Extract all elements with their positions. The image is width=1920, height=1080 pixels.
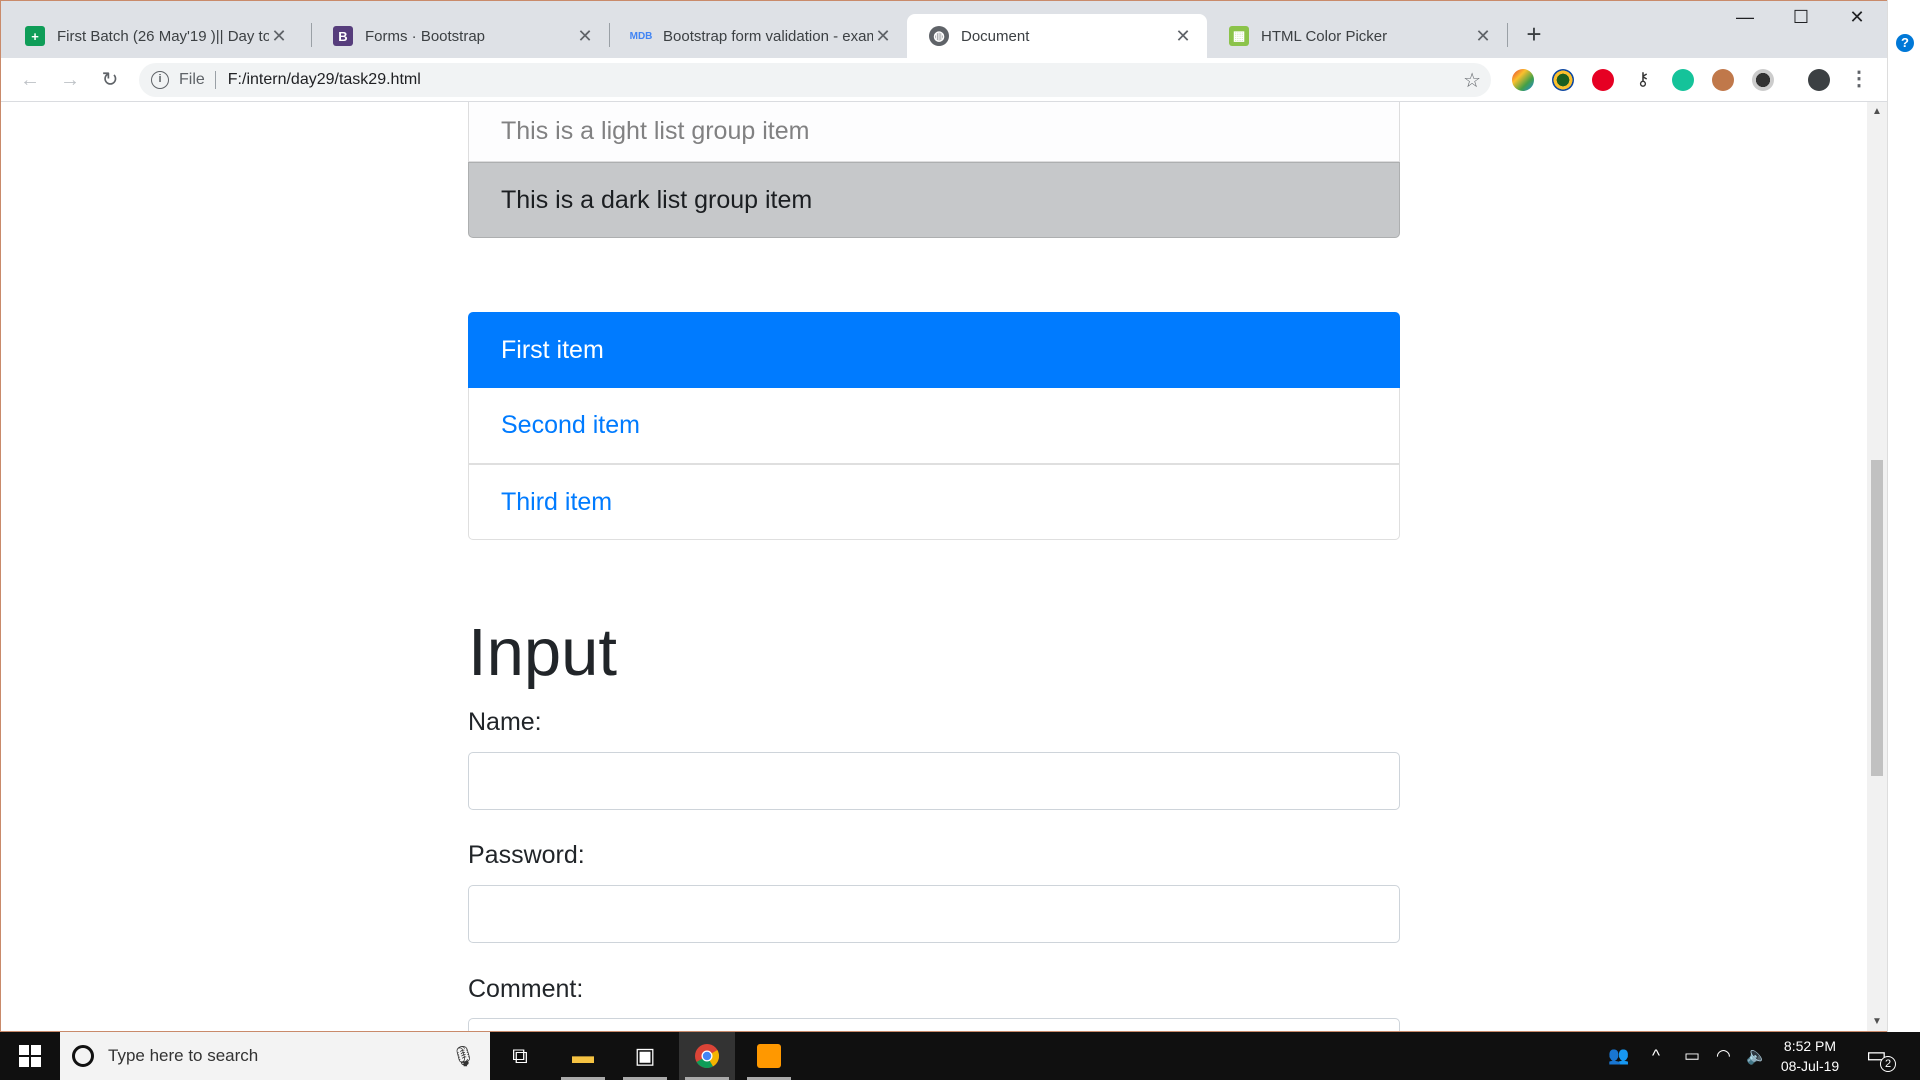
help-icon[interactable]: ? bbox=[1896, 34, 1914, 52]
scheme-label: File bbox=[179, 71, 216, 89]
scroll-down-arrow[interactable]: ▼ bbox=[1867, 1016, 1887, 1027]
new-tab-button[interactable]: + bbox=[1517, 19, 1551, 50]
tab-html-color-picker[interactable]: ▦ HTML Color Picker ✕ bbox=[1207, 14, 1507, 58]
colorpicker-icon: ▦ bbox=[1229, 26, 1249, 46]
password-input[interactable] bbox=[468, 885, 1400, 943]
windows-logo-icon bbox=[19, 1045, 41, 1067]
extension-icon[interactable] bbox=[1552, 69, 1574, 91]
browser-toolbar: ← → ↻ i File F:/intern/day29/task29.html… bbox=[1, 58, 1887, 102]
search-placeholder: Type here to search bbox=[108, 1046, 259, 1065]
url-text[interactable]: F:/intern/day29/task29.html bbox=[228, 71, 1463, 89]
globe-icon: ◍ bbox=[929, 26, 949, 46]
notification-badge: 2 bbox=[1880, 1056, 1896, 1072]
forward-button[interactable]: → bbox=[55, 65, 85, 95]
name-label: Name: bbox=[468, 708, 542, 736]
extension-icon[interactable] bbox=[1712, 69, 1734, 91]
bootstrap-icon: B bbox=[333, 26, 353, 46]
grammarly-icon[interactable] bbox=[1672, 69, 1694, 91]
extension-icon[interactable] bbox=[1752, 69, 1774, 91]
taskbar-search[interactable]: Type here to search 🎙 bbox=[60, 1032, 490, 1080]
info-icon[interactable]: i bbox=[151, 71, 169, 89]
back-button[interactable]: ← bbox=[15, 65, 45, 95]
scroll-up-arrow[interactable]: ▲ bbox=[1867, 106, 1887, 117]
password-label: Password: bbox=[468, 841, 585, 869]
windows-taskbar: Type here to search 🎙 ⧉ ▬ ▣ 👥 ^ ▭ ◠ 🔈 8:… bbox=[0, 1032, 1920, 1080]
sublime-text-icon[interactable] bbox=[741, 1032, 797, 1080]
cortana-icon bbox=[72, 1045, 94, 1067]
tab-separator bbox=[1507, 23, 1508, 47]
close-icon[interactable]: ✕ bbox=[575, 26, 595, 47]
page-viewport: This is a light list group item This is … bbox=[1, 102, 1867, 1031]
name-input[interactable] bbox=[468, 752, 1400, 810]
pinterest-icon[interactable] bbox=[1592, 69, 1614, 91]
tab-bootstrap-validation[interactable]: MDB Bootstrap form validation - exam ✕ bbox=[609, 14, 907, 58]
wifi-icon[interactable]: ◠ bbox=[1716, 1032, 1731, 1080]
minimize-button[interactable]: — bbox=[1717, 7, 1773, 37]
comment-textarea[interactable] bbox=[468, 1018, 1400, 1031]
list-item-dark: This is a dark list group item bbox=[468, 162, 1400, 238]
key-icon[interactable]: ⚷ bbox=[1632, 69, 1654, 91]
browser-window: + First Batch (26 May'19 )|| Day to D ✕ … bbox=[0, 0, 1887, 1032]
tab-title: Document bbox=[961, 27, 1030, 45]
page-scrollbar[interactable]: ▲ ▼ bbox=[1867, 102, 1887, 1031]
tab-title: First Batch (26 May'19 )|| Day to D bbox=[57, 27, 269, 45]
address-bar[interactable]: i File F:/intern/day29/task29.html ☆ bbox=[139, 63, 1491, 97]
list-item-light: This is a light list group item bbox=[468, 102, 1400, 162]
tab-first-batch[interactable]: + First Batch (26 May'19 )|| Day to D ✕ bbox=[3, 14, 303, 58]
store-icon[interactable]: ▣ bbox=[617, 1032, 673, 1080]
background-window-edge: ? bbox=[1887, 0, 1920, 1032]
sublime-logo-icon bbox=[757, 1044, 781, 1068]
battery-icon[interactable]: ▭ bbox=[1684, 1032, 1700, 1080]
mdb-icon: MDB bbox=[629, 30, 653, 42]
page-heading: Input bbox=[468, 615, 618, 690]
tab-document[interactable]: ◍ Document ✕ bbox=[907, 14, 1207, 58]
close-window-button[interactable]: ✕ bbox=[1829, 7, 1885, 37]
tab-title: Forms · Bootstrap bbox=[365, 27, 486, 45]
bookmark-star-icon[interactable]: ☆ bbox=[1463, 68, 1481, 93]
clock-date: 08-Jul-19 bbox=[1780, 1058, 1840, 1074]
chrome-icon[interactable] bbox=[679, 1032, 735, 1080]
task-view-icon[interactable]: ⧉ bbox=[492, 1032, 548, 1080]
tab-title: Bootstrap form validation - exam bbox=[663, 27, 873, 45]
reload-button[interactable]: ↻ bbox=[95, 65, 125, 95]
list-item-second[interactable]: Second item bbox=[468, 388, 1400, 464]
chrome-logo-icon bbox=[695, 1044, 720, 1069]
clock-time: 8:52 PM bbox=[1783, 1038, 1837, 1054]
menu-icon[interactable]: ⋮ bbox=[1849, 66, 1869, 91]
close-icon[interactable]: ✕ bbox=[873, 26, 893, 47]
start-button[interactable] bbox=[0, 1032, 60, 1080]
tab-strip: + First Batch (26 May'19 )|| Day to D ✕ … bbox=[1, 1, 1887, 58]
tab-forms-bootstrap[interactable]: B Forms · Bootstrap ✕ bbox=[311, 14, 609, 58]
maximize-button[interactable]: ☐ bbox=[1773, 7, 1829, 37]
file-explorer-icon[interactable]: ▬ bbox=[555, 1032, 611, 1080]
scroll-thumb[interactable] bbox=[1871, 460, 1883, 776]
list-item-first[interactable]: First item bbox=[468, 312, 1400, 388]
close-icon[interactable]: ✕ bbox=[1473, 26, 1493, 47]
tab-title: HTML Color Picker bbox=[1261, 27, 1388, 45]
list-item-third[interactable]: Third item bbox=[468, 464, 1400, 540]
close-icon[interactable]: ✕ bbox=[269, 26, 289, 47]
system-clock[interactable]: 8:52 PM 08-Jul-19 bbox=[1760, 1036, 1860, 1076]
sheets-icon: + bbox=[25, 26, 45, 46]
avatar[interactable] bbox=[1808, 69, 1830, 91]
extension-icon[interactable] bbox=[1512, 69, 1534, 91]
chevron-up-icon[interactable]: ^ bbox=[1652, 1032, 1660, 1080]
people-icon[interactable]: 👥 bbox=[1608, 1032, 1629, 1080]
close-icon[interactable]: ✕ bbox=[1173, 26, 1193, 47]
microphone-icon[interactable]: 🎙 bbox=[451, 1044, 476, 1069]
comment-label: Comment: bbox=[468, 975, 584, 1003]
